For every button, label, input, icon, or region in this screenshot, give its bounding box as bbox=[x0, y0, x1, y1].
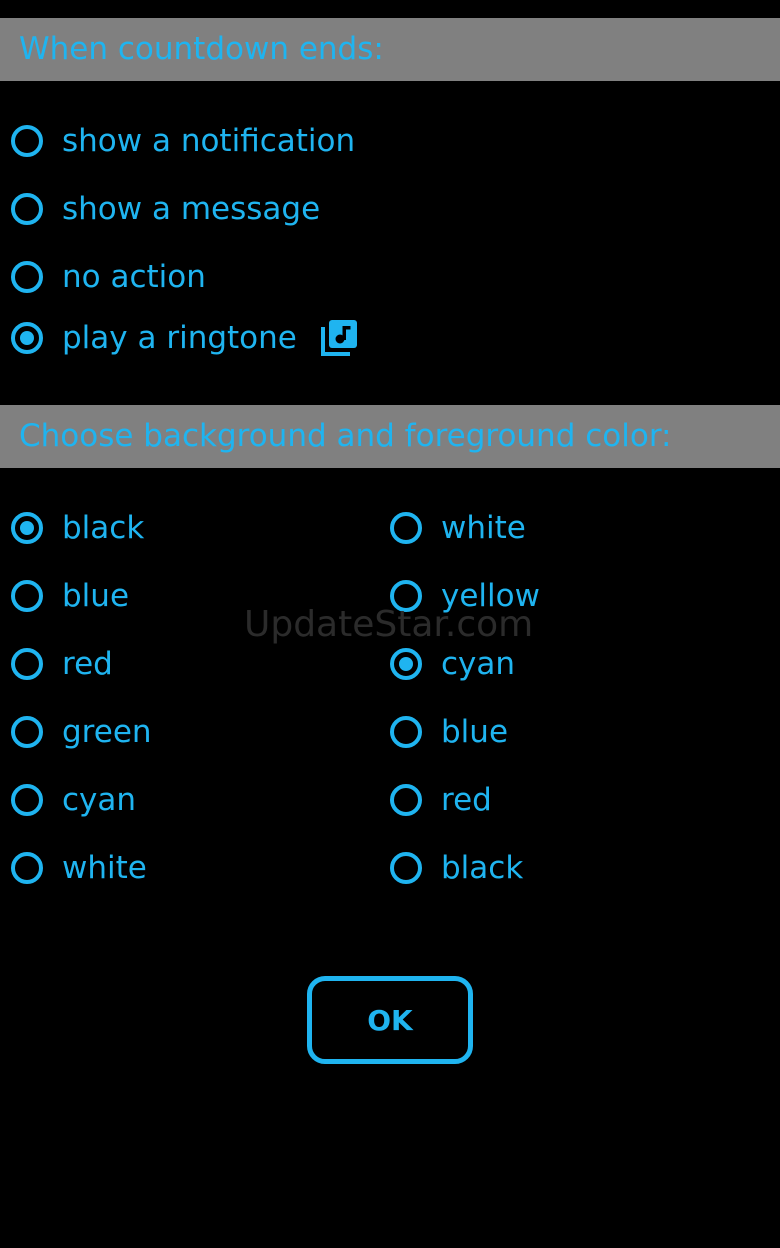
bg-option-blue[interactable]: blue bbox=[11, 571, 129, 621]
option-no-action[interactable]: no action bbox=[11, 252, 206, 302]
option-label: show a notification bbox=[62, 123, 356, 159]
radio-button[interactable] bbox=[11, 261, 43, 293]
option-show-message[interactable]: show a message bbox=[11, 184, 320, 234]
radio-button[interactable] bbox=[11, 512, 43, 544]
bg-option-cyan[interactable]: cyan bbox=[11, 775, 136, 825]
radio-button[interactable] bbox=[11, 784, 43, 816]
radio-button[interactable] bbox=[11, 648, 43, 680]
option-play-ringtone[interactable]: play a ringtone bbox=[11, 313, 359, 363]
radio-button[interactable] bbox=[11, 716, 43, 748]
fg-option-blue[interactable]: blue bbox=[390, 707, 508, 757]
option-label: white bbox=[441, 510, 526, 546]
bg-option-red[interactable]: red bbox=[11, 639, 113, 689]
color-section-header: Choose background and foreground color: bbox=[0, 405, 780, 468]
option-label: red bbox=[441, 782, 492, 818]
radio-button[interactable] bbox=[390, 648, 422, 680]
bg-option-black[interactable]: black bbox=[11, 503, 144, 553]
option-show-notification[interactable]: show a notification bbox=[11, 116, 355, 166]
radio-button[interactable] bbox=[11, 125, 43, 157]
option-label: green bbox=[62, 714, 152, 750]
fg-option-white[interactable]: white bbox=[390, 503, 526, 553]
radio-button[interactable] bbox=[11, 852, 43, 884]
option-label: blue bbox=[62, 578, 130, 614]
radio-button[interactable] bbox=[390, 784, 422, 816]
fg-option-cyan[interactable]: cyan bbox=[390, 639, 515, 689]
option-label: black bbox=[62, 510, 145, 546]
radio-button[interactable] bbox=[390, 852, 422, 884]
option-label: cyan bbox=[62, 782, 137, 818]
radio-button[interactable] bbox=[11, 193, 43, 225]
radio-button[interactable] bbox=[390, 716, 422, 748]
watermark: UpdateStar.com bbox=[244, 604, 534, 645]
radio-button[interactable] bbox=[11, 322, 43, 354]
option-label: no action bbox=[62, 259, 206, 295]
option-label: white bbox=[62, 850, 147, 886]
bg-option-white[interactable]: white bbox=[11, 843, 147, 893]
music-library-icon[interactable] bbox=[319, 318, 359, 358]
ok-button[interactable]: OK bbox=[307, 976, 473, 1064]
option-label: play a ringtone bbox=[62, 320, 297, 356]
option-label: red bbox=[62, 646, 113, 682]
fg-option-red[interactable]: red bbox=[390, 775, 492, 825]
fg-option-black[interactable]: black bbox=[390, 843, 523, 893]
option-label: cyan bbox=[441, 646, 516, 682]
radio-button[interactable] bbox=[11, 580, 43, 612]
option-label: blue bbox=[441, 714, 509, 750]
countdown-section-header: When countdown ends: bbox=[0, 18, 780, 81]
option-label: black bbox=[441, 850, 524, 886]
radio-button[interactable] bbox=[390, 512, 422, 544]
option-label: show a message bbox=[62, 191, 321, 227]
bg-option-green[interactable]: green bbox=[11, 707, 152, 757]
